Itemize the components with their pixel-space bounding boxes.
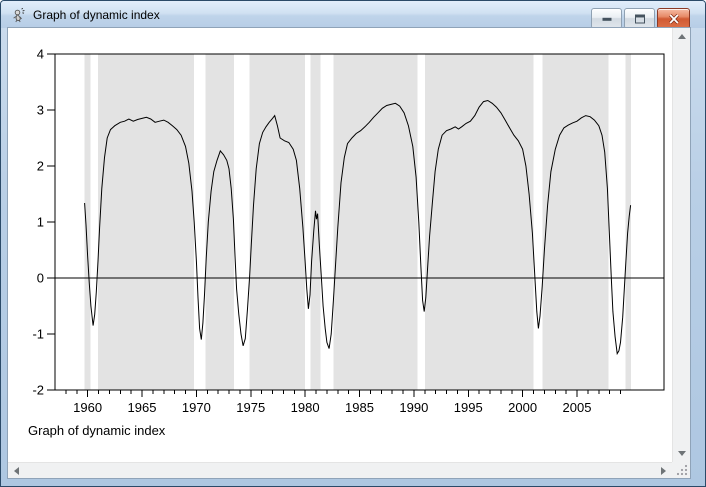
x-tick-label: 1960 — [73, 400, 102, 415]
dynamic-index-chart: -2 -1 0 1 2 3 4 1960 1965 1970 1975 1980 1985 1990 199… — [8, 28, 672, 462]
x-tick-label: 1965 — [128, 400, 157, 415]
window-controls — [591, 8, 690, 29]
scroll-down-button[interactable] — [673, 445, 690, 462]
maximize-icon — [635, 14, 645, 23]
app-window: Graph of dynamic index -2 -1 0 1 2 3 4 1960 1965… — [0, 0, 706, 487]
x-tick-label: 1995 — [454, 400, 483, 415]
left-arrow-icon — [14, 467, 19, 475]
shaded-band — [250, 54, 306, 390]
resize-grip-icon[interactable] — [676, 464, 688, 476]
y-tick-label: 0 — [37, 271, 44, 286]
close-icon — [668, 14, 680, 24]
shaded-band — [425, 54, 534, 390]
close-button[interactable] — [657, 8, 690, 29]
y-tick-label: 1 — [37, 215, 44, 230]
right-arrow-icon — [661, 467, 666, 475]
shaded-band — [206, 54, 234, 390]
chart-caption: Graph of dynamic index — [28, 423, 165, 438]
minimize-button[interactable] — [591, 8, 622, 29]
window-icon — [11, 7, 27, 23]
vertical-scrollbar[interactable] — [672, 28, 690, 462]
shaded-band — [625, 54, 630, 390]
x-tick-label: 1970 — [182, 400, 211, 415]
minimize-icon — [602, 17, 611, 20]
scroll-right-button[interactable] — [655, 463, 672, 478]
x-tick-label: 1985 — [345, 400, 374, 415]
x-tick-label: 1975 — [236, 400, 265, 415]
x-tick-label: 1980 — [291, 400, 320, 415]
horizontal-scrollbar[interactable] — [8, 462, 672, 478]
up-arrow-icon — [678, 34, 686, 39]
scroll-left-button[interactable] — [8, 463, 25, 478]
shaded-band — [311, 54, 321, 390]
y-tick-label: 3 — [37, 103, 44, 118]
maximize-button[interactable] — [624, 8, 655, 29]
window-title: Graph of dynamic index — [33, 8, 160, 22]
shaded-band — [543, 54, 609, 390]
x-tick-label: 2000 — [508, 400, 537, 415]
titlebar[interactable]: Graph of dynamic index — [1, 1, 705, 28]
shaded-band — [98, 54, 194, 390]
chart-area: -2 -1 0 1 2 3 4 1960 1965 1970 1975 1980 1985 1990 199… — [8, 28, 672, 462]
x-tick-label: 2005 — [563, 400, 592, 415]
scroll-up-button[interactable] — [673, 28, 690, 45]
y-tick-label: -1 — [32, 327, 44, 342]
y-tick-label: 2 — [37, 159, 44, 174]
scrollbar-corner — [672, 462, 690, 478]
shaded-band — [84, 54, 90, 390]
x-tick-label: 1990 — [399, 400, 428, 415]
shaded-band — [333, 54, 417, 390]
y-tick-label: -2 — [32, 383, 44, 398]
y-tick-label: 4 — [37, 47, 44, 62]
down-arrow-icon — [678, 451, 686, 456]
client-area: -2 -1 0 1 2 3 4 1960 1965 1970 1975 1980 1985 1990 199… — [8, 28, 690, 478]
